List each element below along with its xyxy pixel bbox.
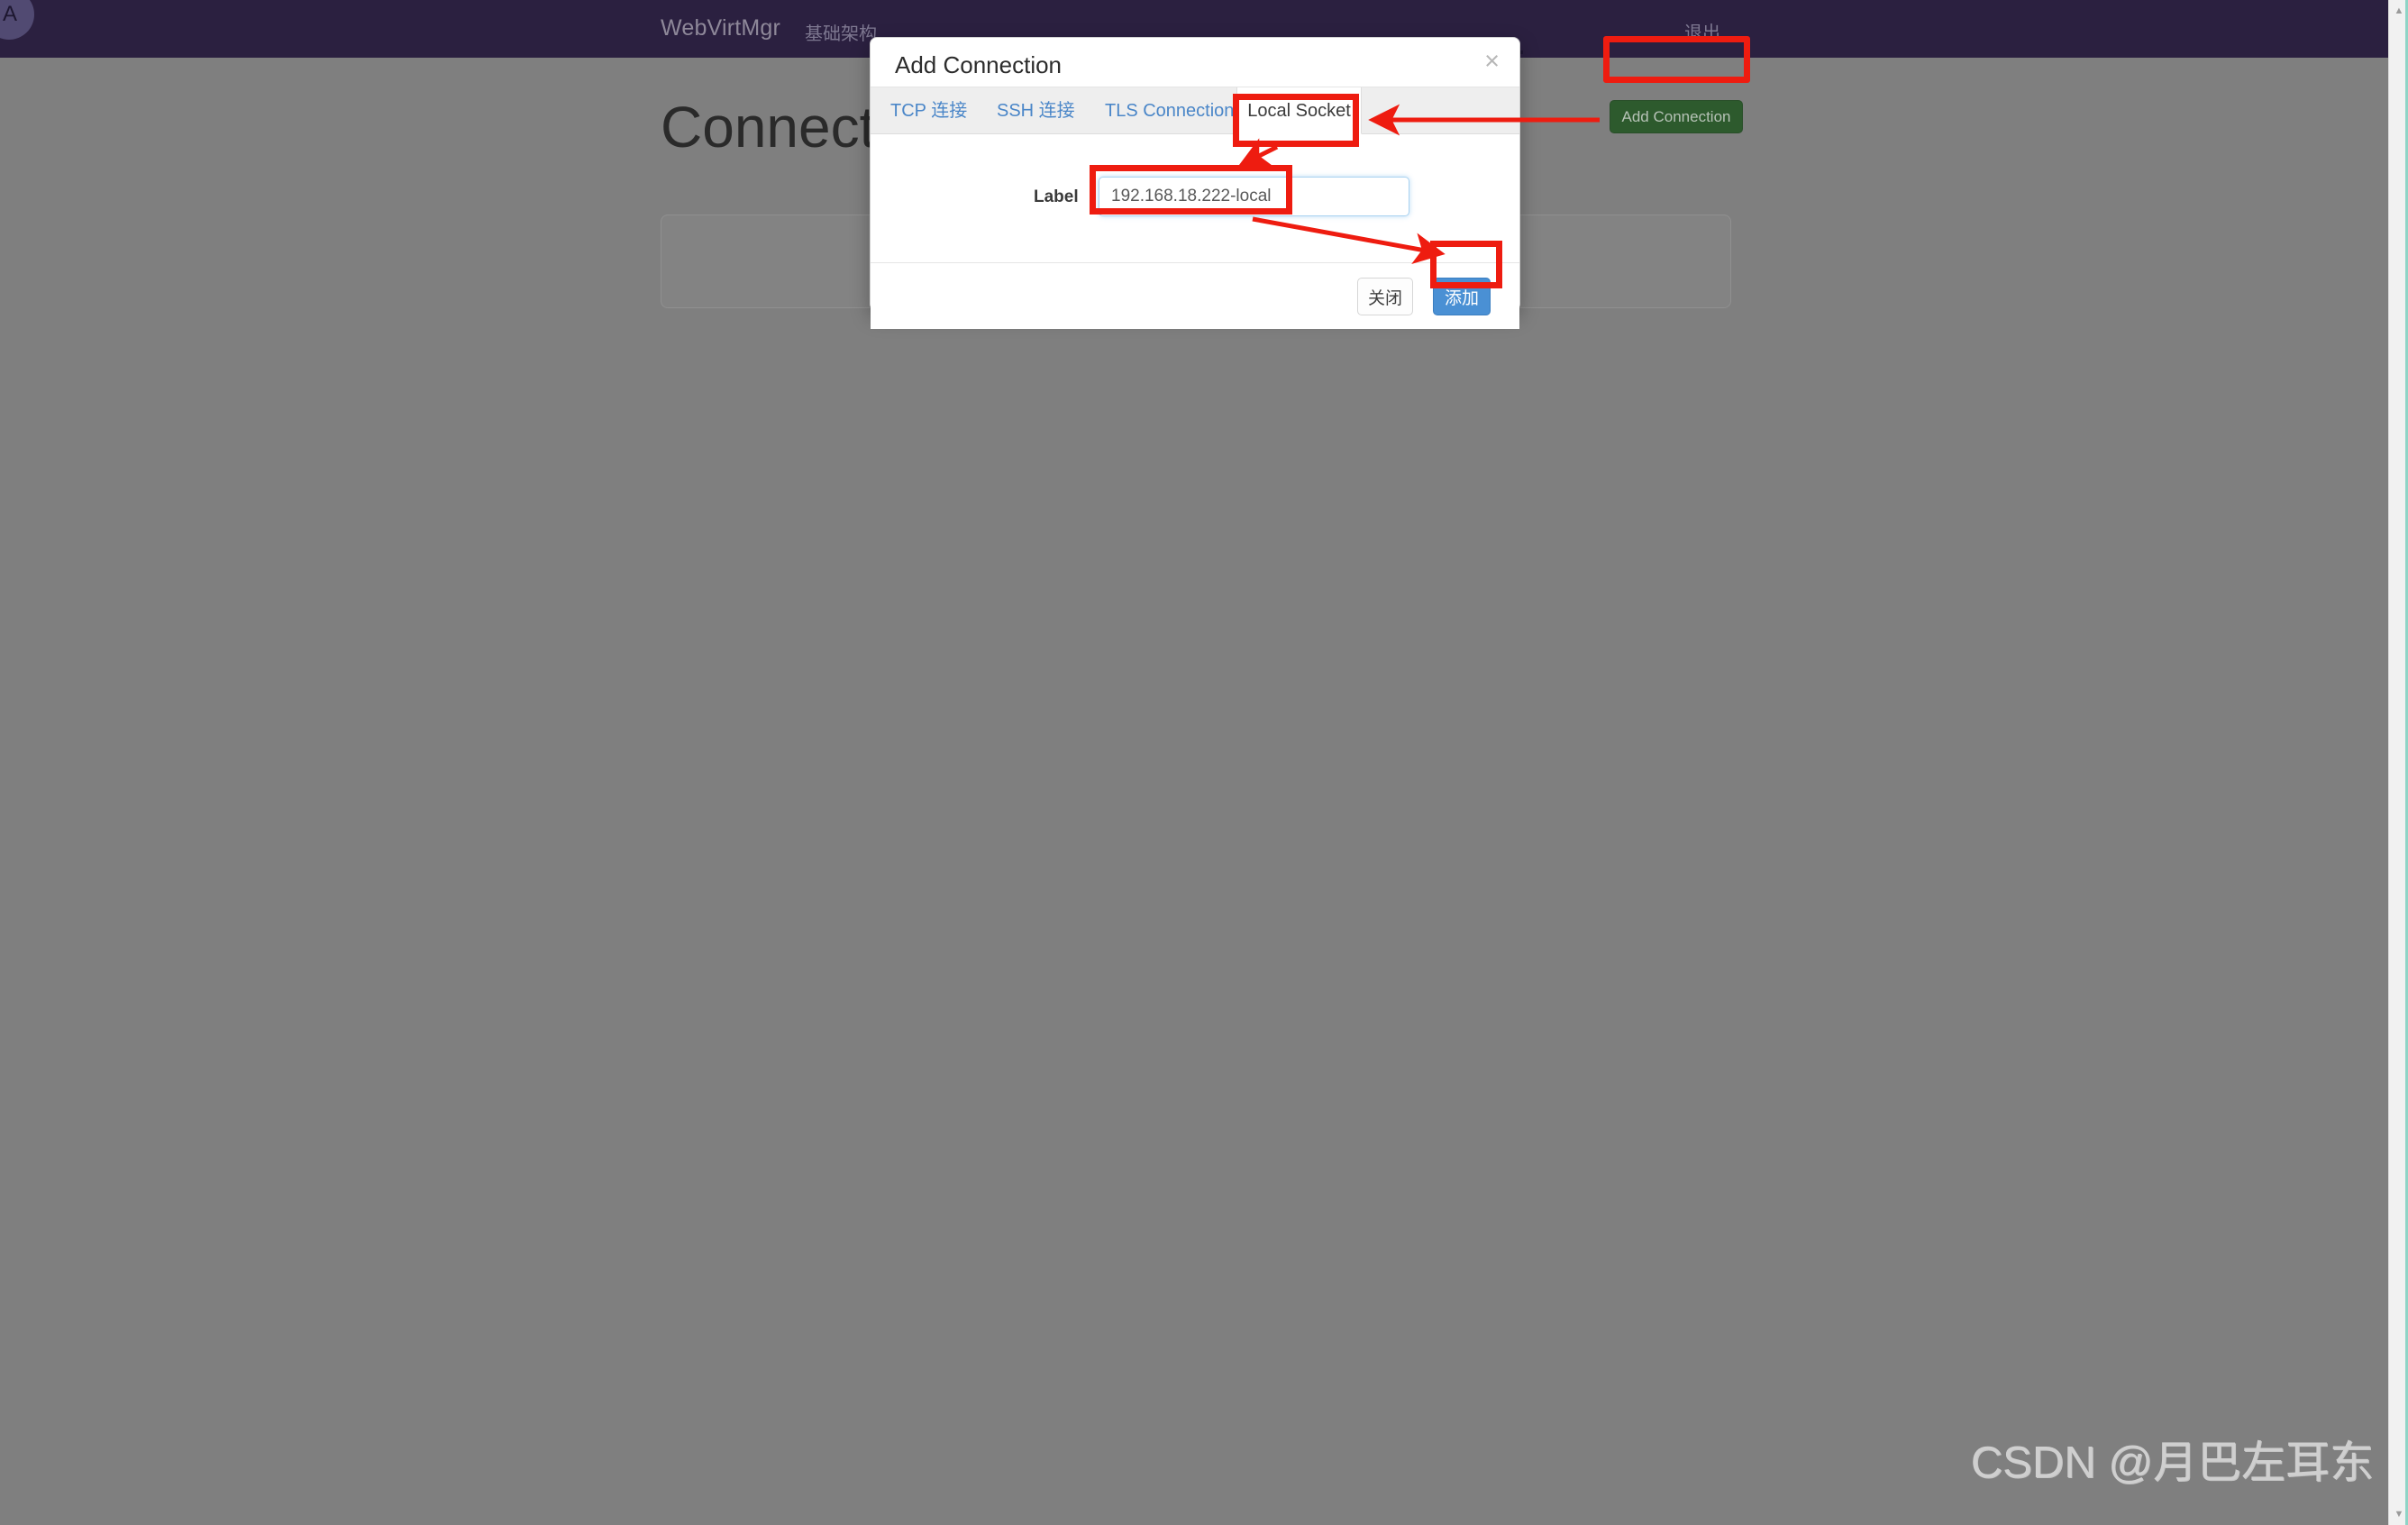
nav-item-infrastructure[interactable]: 基础架构	[805, 19, 877, 45]
label-field-label: Label	[1034, 187, 1079, 206]
brand-logo[interactable]: WebVirtMgr	[661, 15, 780, 41]
modal-footer: 关闭 添加	[871, 262, 1519, 329]
page-root: A WebVirtMgr 基础架构 退出 Connections Add Con…	[0, 0, 2408, 1525]
tab-ssh-connection[interactable]: SSH 连接	[997, 87, 1075, 134]
add-connection-button[interactable]: Add Connection	[1610, 100, 1743, 133]
modal-body: Label	[871, 134, 1519, 262]
label-input[interactable]	[1099, 177, 1409, 216]
tab-local-socket[interactable]: Local Socket	[1236, 87, 1362, 134]
add-connection-modal: Add Connection × TCP 连接 SSH 连接 TLS Conne…	[870, 37, 1520, 329]
watermark: CSDN @月巴左耳东	[1970, 1438, 2374, 1487]
close-icon[interactable]: ×	[1484, 49, 1500, 75]
close-button[interactable]: 关闭	[1357, 278, 1413, 315]
connection-type-tabs: TCP 连接 SSH 连接 TLS Connection Local Socke…	[871, 87, 1519, 134]
nav-item-logout[interactable]: 退出	[1684, 18, 1720, 44]
submit-button[interactable]: 添加	[1433, 278, 1491, 315]
tab-tls-connection[interactable]: TLS Connection	[1105, 87, 1234, 134]
modal-header: Add Connection ×	[871, 38, 1519, 87]
modal-title: Add Connection	[895, 51, 1063, 78]
text-caret	[1286, 173, 1288, 196]
avatar[interactable]: A	[0, 0, 34, 40]
tab-tcp-connection[interactable]: TCP 连接	[890, 87, 967, 134]
